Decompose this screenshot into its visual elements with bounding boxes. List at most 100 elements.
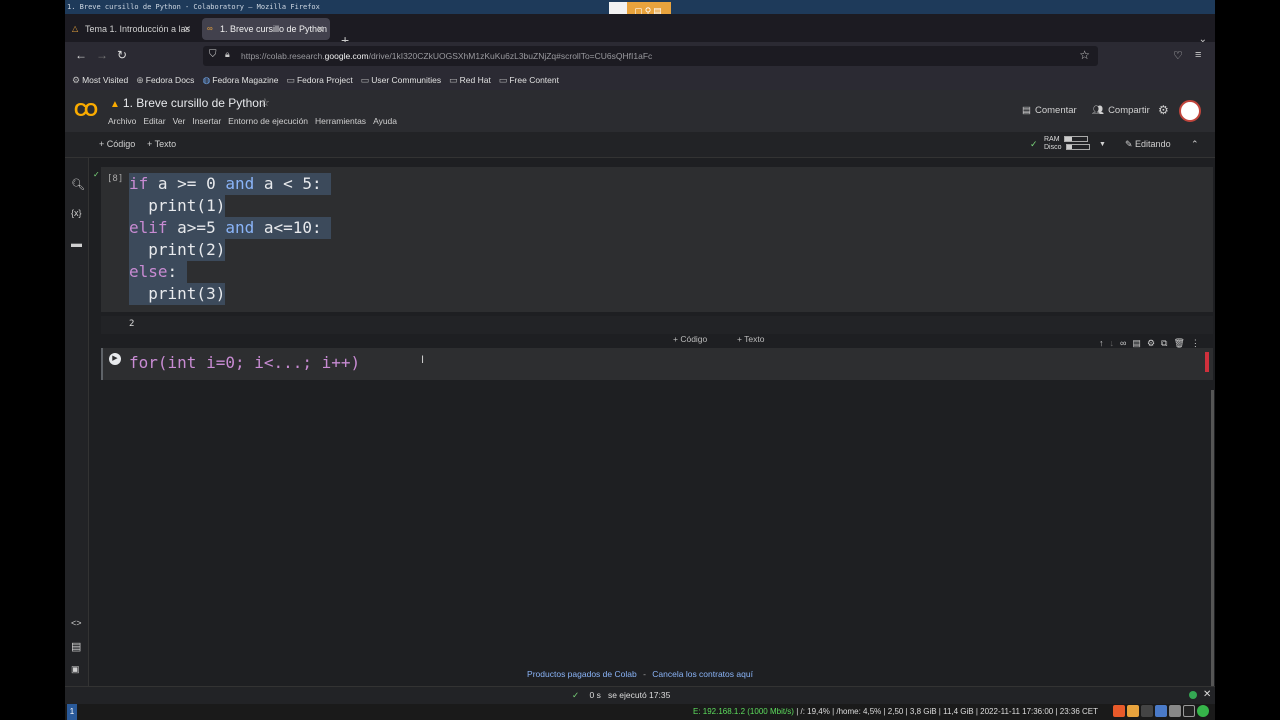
system-tray [1113,705,1209,717]
forward-icon[interactable]: → [96,48,108,62]
check-icon: ✓ [572,690,580,700]
tray-app-icon[interactable] [1141,705,1153,717]
cell-output: 2 [101,316,1213,334]
menu-entorno[interactable]: Entorno de ejecución [228,116,308,126]
variables-icon[interactable]: {x} [71,208,82,218]
menu-insertar[interactable]: Insertar [192,116,221,126]
scrollbar[interactable] [1211,390,1214,686]
close-tab-icon[interactable]: ✕ [316,18,324,40]
tray-app-icon[interactable] [1197,705,1209,717]
tray-app-icon[interactable] [1127,705,1139,717]
tab-python[interactable]: ∞ 1. Breve cursillo de Python ✕ [202,18,330,40]
text-cursor-icon: I [421,354,425,366]
shield-icon[interactable]: ⛉ [209,49,217,60]
close-tab-icon[interactable]: ✕ [183,18,191,40]
add-code-cell-button[interactable]: + Código [673,334,707,344]
colab-logo[interactable]: CO [74,100,98,121]
add-text-cell-button[interactable]: + Texto [737,334,765,344]
bookmarks-bar: ⚙ Most Visited ⊕ Fedora Docs ◍ Fedora Magaz… [65,70,1215,90]
status-bar: ✓ 0 s se ejecutó 17:35 ✕ [65,686,1215,704]
fedora-icon: ◍ [202,74,211,85]
url-bar[interactable]: ⛉ 🔒︎ https://colab.research.google.com/d… [203,46,1098,66]
paid-products-link[interactable]: Productos pagados de Colab [527,669,637,679]
close-icon[interactable]: ✕ [1203,689,1211,700]
add-text-button[interactable]: + Texto [147,139,176,149]
execution-status[interactable]: ✓ 0 s se ejecutó 17:35 [572,690,670,701]
menu-archivo[interactable]: Archivo [108,116,136,126]
colab-header: CO ▲ 1. Breve cursillo de Python ☆ Archiv… [65,90,1215,132]
settings-gear-icon[interactable]: ⚙ [1158,103,1169,117]
people-icon: 👥︎ [1092,105,1105,116]
menu-bar: Archivo Editar Ver Insertar Entorno de e… [108,116,397,126]
menu-ver[interactable]: Ver [173,116,186,126]
pocket-icon[interactable]: ♡ [1173,49,1183,62]
run-cell-play-icon[interactable]: ▶ [109,353,121,365]
bookmark-item[interactable]: ▭ Fedora Project [286,75,352,86]
bookmark-item[interactable]: ▭ Red Hat [449,75,491,86]
folder-icon: ▭ [286,74,295,85]
tab-intro[interactable]: △ Tema 1. Introducción a las ✕ [67,18,197,40]
tab-label: 1. Breve cursillo de Python [220,24,328,34]
code-editor[interactable]: if a >= 0 and a < 5: print(1) elif a>=5 … [129,173,332,305]
status-dot-icon [1189,691,1197,699]
menu-editar[interactable]: Editar [143,116,165,126]
bookmark-item[interactable]: ⊕ Fedora Docs [136,75,194,86]
cancel-contracts-link[interactable]: Cancela los contratos aquí [652,669,753,679]
search-icon[interactable]: 🔍︎ [71,178,85,191]
gear-icon: ⚙ [72,74,81,85]
chevron-down-icon[interactable]: ▼ [1099,141,1106,148]
folder-icon: ▭ [360,74,370,85]
bookmark-item[interactable]: ◍ Fedora Magazine [202,75,278,86]
resource-monitor[interactable]: RAM Disco [1044,136,1090,152]
star-icon[interactable]: ☆ [260,96,270,109]
ram-bar [1063,136,1088,143]
editing-button[interactable]: ✎ Editando [1125,139,1171,150]
output-text: 2 [129,319,135,329]
comment-icon: ▤ [1022,105,1031,116]
system-panel: 1 E: 192.168.1.2 (1000 Mbit/s) | /: 19,4… [65,704,1215,720]
folder-icon: ▭ [498,74,508,85]
tray-app-icon[interactable] [1155,705,1167,717]
menu-icon[interactable]: ≡ [1195,49,1201,61]
command-palette-icon[interactable]: ▤ [71,640,81,653]
bookmark-item[interactable]: ⚙ Most Visited [72,75,128,86]
left-rail: ≡ 🔍︎ {x} ▬ <> ▤ ▣ [65,132,89,686]
connected-check-icon: ✓ [1030,139,1038,149]
notebook-title[interactable]: ▲ 1. Breve cursillo de Python [110,96,266,110]
tab-label: Tema 1. Introducción a las [85,24,191,34]
share-button[interactable]: 👥︎ Compartir [1092,105,1150,116]
disk-bar [1065,144,1090,151]
execution-count: [8] [107,174,124,184]
footer-links: Productos pagados de Colab - Cancela los… [65,669,1215,679]
code-cell-active[interactable]: ▶ for(int i=0; i<...; i++) [101,348,1213,380]
menu-herramientas[interactable]: Herramientas [315,116,366,126]
avatar[interactable] [1179,100,1201,122]
workspace-indicator[interactable]: 1 [67,704,77,720]
footer-separator: - [643,669,646,679]
tray-app-icon[interactable] [1169,705,1181,717]
bookmark-star-icon[interactable]: ☆ [1079,48,1090,62]
code-text[interactable]: for(int i=0; i<...; i++) [129,353,360,372]
globe-icon: ⊕ [136,74,144,85]
drive-icon: ▲ [110,99,120,110]
menu-ayuda[interactable]: Ayuda [373,116,397,126]
code-cell[interactable]: ✓ [8] if a >= 0 and a < 5: print(1) elif… [93,167,1213,312]
lock-icon[interactable]: 🔒︎ [225,49,230,60]
colab-favicon-icon: △ [72,24,79,33]
tray-app-icon[interactable] [1183,705,1195,717]
bookmark-item[interactable]: ▭ Free Content [499,75,559,86]
bookmark-item[interactable]: ▭ User Communities [361,75,441,86]
folder-icon[interactable]: ▬ [71,238,82,250]
nav-bar: ← → ↻ ⛉ 🔒︎ https://colab.research.google… [65,42,1215,70]
collapse-chevron-up-icon[interactable]: ⌃ [1191,139,1199,150]
code-snippets-icon[interactable]: <> [71,618,82,628]
code-editor[interactable]: for(int i=0; i<...; i++) [129,352,360,374]
add-code-button[interactable]: + Código [99,139,135,149]
comment-button[interactable]: ▤ Comentar [1022,105,1077,116]
back-icon[interactable]: ← [75,48,87,62]
tray-app-icon[interactable] [1113,705,1125,717]
left-black-bar [0,0,65,720]
url-text[interactable]: https://colab.research.google.com/drive/… [241,46,652,66]
system-stats: E: 192.168.1.2 (1000 Mbit/s) | /: 19,4% … [693,707,1099,716]
reload-icon[interactable]: ↻ [117,48,127,62]
